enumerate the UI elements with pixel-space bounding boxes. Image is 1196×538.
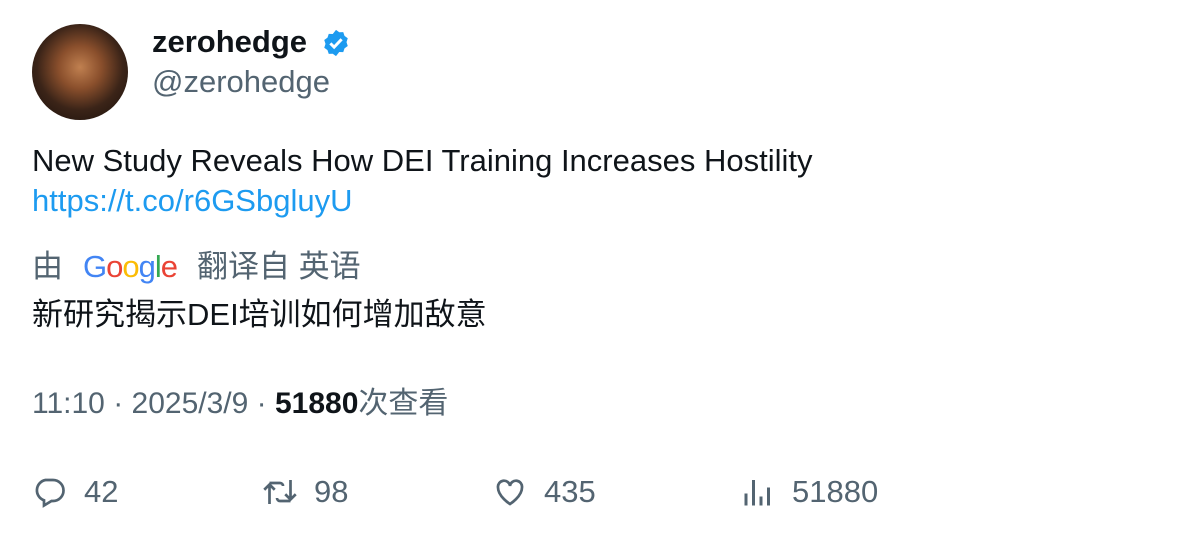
avatar[interactable] [32, 24, 128, 120]
reply-count: 42 [84, 474, 119, 509]
like-count: 435 [544, 474, 596, 509]
tweet-link[interactable]: https://t.co/r6GSbgluyU [32, 181, 352, 221]
tweet-time[interactable]: 11:10 [32, 387, 105, 420]
like-button[interactable]: 435 [492, 472, 596, 512]
view-count: 51880 [274, 387, 359, 420]
translation-attribution: 由 Google 翻译自 英语 [32, 247, 361, 287]
translated-text: 新研究揭示DEI培训如何增加敌意 [32, 297, 487, 332]
views-button[interactable]: 51880 [740, 472, 878, 512]
analytics-icon [744, 480, 770, 506]
views-label: 次查看 [358, 387, 449, 420]
heart-icon [496, 479, 524, 506]
user-handle[interactable]: @zerohedge [152, 62, 330, 102]
reply-button[interactable]: 42 [32, 472, 118, 512]
retweet-icon [263, 480, 297, 504]
views-count: 51880 [792, 474, 879, 509]
tweet-meta: 11:10 · 2025/3/9 · 51880次查看 [32, 384, 448, 424]
tweet-date[interactable]: 2025/3/9 [132, 387, 249, 420]
by-label: 由 [32, 249, 63, 284]
separator: · [104, 387, 132, 420]
reply-icon [35, 478, 65, 508]
translated-from: 翻译自 英语 [197, 249, 361, 284]
google-logo: Google [83, 249, 178, 284]
verified-badge-icon [324, 29, 348, 57]
retweet-count: 98 [314, 474, 349, 509]
retweet-button[interactable]: 98 [262, 472, 348, 512]
display-name[interactable]: zerohedge [152, 22, 307, 62]
tweet-text: New Study Reveals How DEI Training Incre… [32, 143, 813, 178]
separator: · [248, 387, 275, 420]
